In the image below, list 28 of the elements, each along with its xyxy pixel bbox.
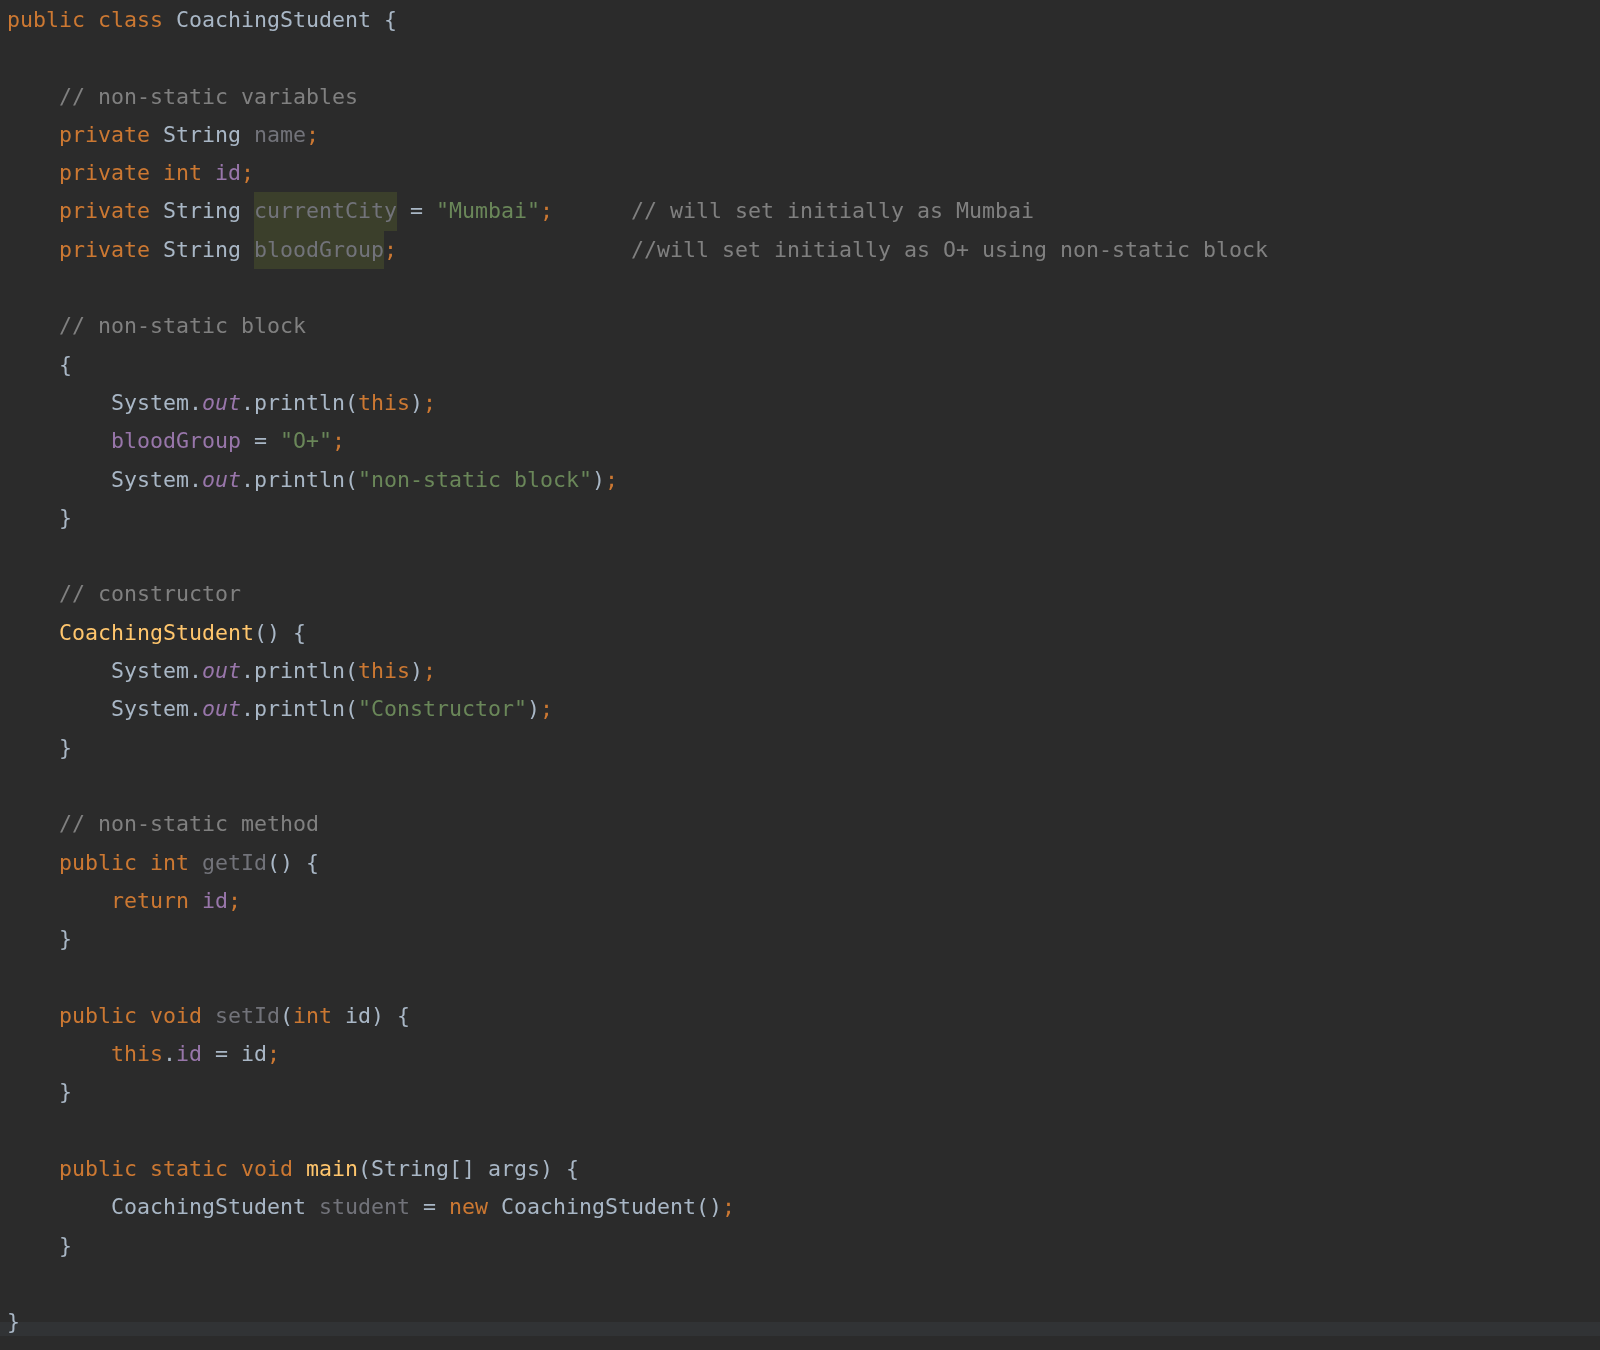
code-line: private String name; <box>58 120 320 149</box>
code-line: this.id = id; <box>110 1040 281 1068</box>
code-line: public void setId(int id) { <box>58 1001 411 1030</box>
code-line: bloodGroup = "O+"; <box>110 427 346 456</box>
code-line: CoachingStudent student = new CoachingStudent(); <box>110 1193 736 1222</box>
code-line: } <box>58 733 72 762</box>
code-line: return id; <box>110 886 242 915</box>
code-line: } <box>58 1078 72 1107</box>
code-line: System.out.println(this); <box>110 657 437 686</box>
code-line: } <box>58 925 72 954</box>
code-line: CoachingStudent() { <box>58 618 307 647</box>
code-line: public int getId() { <box>58 848 320 877</box>
code-line: // non-static variables <box>58 82 358 111</box>
code-line: public static void main(String[] args) { <box>58 1154 580 1183</box>
code-line: } <box>58 1231 72 1260</box>
code-line: System.out.println("Constructor"); <box>110 695 554 724</box>
code-line: System.out.println(this); <box>110 388 437 417</box>
code-line: private String currentCity = "Mumbai"; // will set initially as Mumbai <box>7 192 1035 231</box>
code-line: { <box>58 350 72 379</box>
code-line: // non-static method <box>58 810 319 839</box>
code-line: private int id; <box>58 159 255 188</box>
code-line: public class CoachingStudent { <box>7 6 398 34</box>
code-line: // constructor <box>58 580 241 609</box>
code-line: private String bloodGroup; //will set initially as O+ using non-static block <box>7 230 1269 270</box>
code-line: } <box>58 503 72 532</box>
code-line: System.out.println("non-static block"); <box>110 465 619 494</box>
code-line: } <box>7 1308 20 1337</box>
code-line: // non-static block <box>58 312 306 341</box>
